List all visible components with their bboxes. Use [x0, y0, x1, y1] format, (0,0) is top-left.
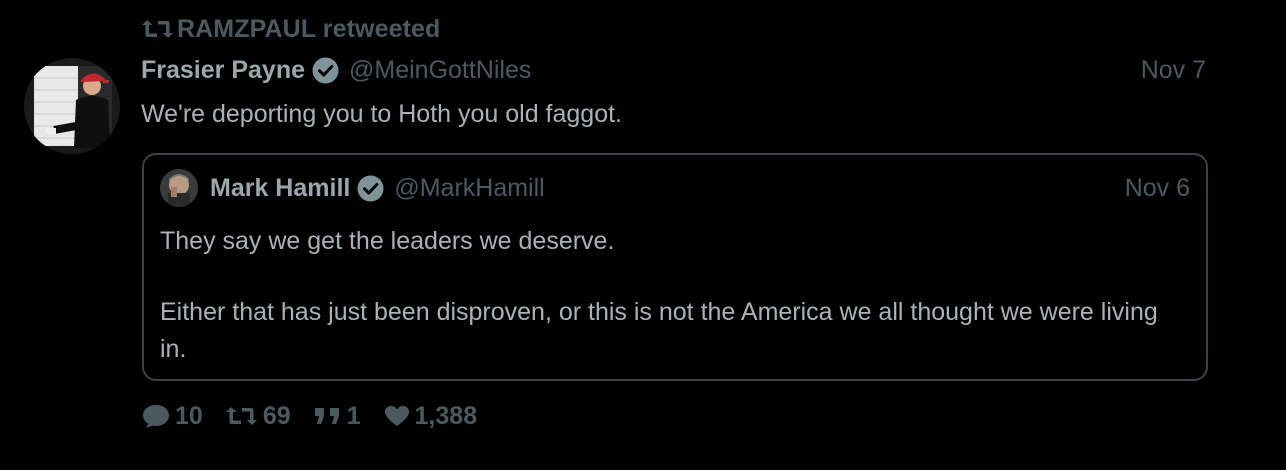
reply-button[interactable]: 10 [141, 402, 203, 431]
like-count: 1,388 [414, 401, 478, 430]
verified-badge-icon [357, 175, 384, 202]
quoted-tweet-date[interactable]: Nov 6 [1125, 174, 1190, 203]
quoted-tweet-card[interactable]: Mark Hamill @MarkHamill Nov 6 They say w… [142, 153, 1208, 381]
profile-avatar-image [24, 58, 120, 154]
profile-avatar-image [160, 169, 198, 207]
display-name[interactable]: Frasier Payne [141, 56, 305, 85]
avatar[interactable] [24, 58, 120, 154]
quoted-tweet-header: Mark Hamill @MarkHamill Nov 6 [160, 169, 1190, 207]
quoted-tweet-paragraph: They say we get the leaders we deserve. [160, 227, 615, 255]
verified-badge-icon [312, 57, 339, 84]
quoted-handle[interactable]: @MarkHamill [394, 174, 544, 203]
reply-count: 10 [175, 401, 203, 430]
tweet-text: We're deporting you to Hoth you old fagg… [141, 100, 623, 128]
quote-count: 1 [346, 401, 361, 430]
retweet-icon [225, 405, 259, 427]
heart-icon [383, 404, 411, 428]
retweet-count: 69 [262, 401, 291, 430]
quoted-tweet-text: They say we get the leaders we deserve. … [160, 223, 1176, 368]
quoted-display-name[interactable]: Mark Hamill [210, 174, 350, 203]
quoted-tweet-paragraph: Either that has just been disproven, or … [160, 298, 1158, 363]
like-button[interactable]: 1,388 [383, 401, 478, 431]
retweet-button[interactable]: 69 [225, 402, 291, 431]
quote-button[interactable]: 1 [313, 402, 361, 431]
quoted-avatar[interactable] [160, 169, 198, 207]
retweet-icon [141, 17, 175, 41]
tweet-page: RAMZPAUL retweeted Frasier Payne @MeinGo… [0, 0, 1286, 470]
handle[interactable]: @MeinGottNiles [349, 56, 531, 85]
tweet-header: Frasier Payne @MeinGottNiles Nov 7 [141, 53, 1211, 87]
tweet-date[interactable]: Nov 7 [1141, 56, 1206, 85]
reply-icon [141, 403, 171, 429]
retweet-context-label: RAMZPAUL retweeted [177, 14, 441, 43]
quote-icon [313, 405, 343, 427]
tweet-actions: 10 69 1 1,388 [141, 398, 499, 434]
retweet-context[interactable]: RAMZPAUL retweeted [141, 14, 440, 44]
